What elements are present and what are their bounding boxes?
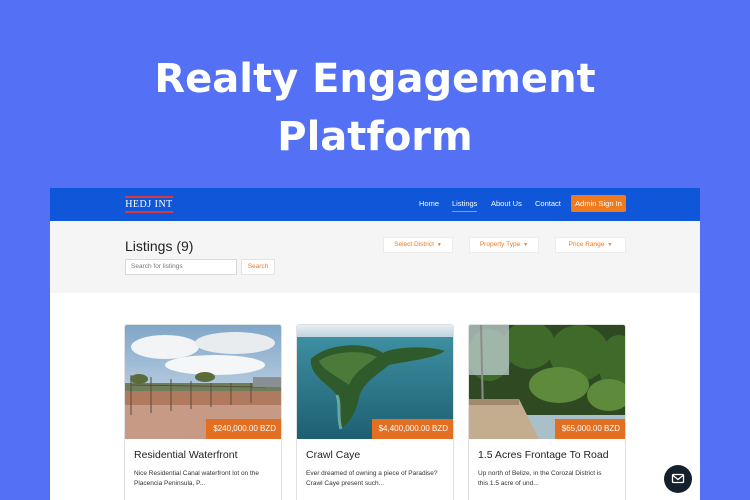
district-dropdown[interactable]: Select District ▼ xyxy=(383,237,453,253)
mail-icon xyxy=(671,473,685,484)
listing-description: Nice Residential Canal waterfront lot on… xyxy=(134,469,276,489)
listing-description-line: Placencia Peninsula, P... xyxy=(134,480,206,487)
nav-link-home[interactable]: Home xyxy=(419,199,439,208)
price-tag: $4,400,000.00 BZD xyxy=(371,419,453,439)
listing-title[interactable]: 1.5 Acres Frontage To Road xyxy=(478,449,609,461)
listing-image[interactable]: $4,400,000.00 BZD xyxy=(297,325,453,439)
logo[interactable]: HEDJ INT xyxy=(125,194,173,214)
nav-link-contact[interactable]: Contact xyxy=(535,199,561,208)
price-range-dropdown[interactable]: Price Range ▼ xyxy=(555,237,626,253)
listing-title[interactable]: Residential Waterfront xyxy=(134,449,238,461)
listing-description-line: Nice Residential Canal waterfront lot on… xyxy=(134,470,260,477)
price-tag: $240,000.00 BZD xyxy=(206,419,281,439)
nav-link-listings[interactable]: Listings xyxy=(452,199,478,212)
search-button[interactable]: Search xyxy=(241,259,275,275)
listings-title: Listings (9) xyxy=(125,238,194,254)
listing-title[interactable]: Crawl Caye xyxy=(306,449,360,461)
navbar: HEDJ INT Home Listings About Us Contact … xyxy=(50,188,700,221)
listing-card-frontage-to-road[interactable]: $65,000.00 BZD 1.5 Acres Frontage To Roa… xyxy=(468,324,626,500)
property-type-dropdown[interactable]: Property Type ▼ xyxy=(469,237,539,253)
property-type-dropdown-label: Property Type xyxy=(479,241,521,248)
app-screenshot: HEDJ INT Home Listings About Us Contact … xyxy=(50,188,700,500)
district-dropdown-label: Select District xyxy=(394,241,434,248)
listing-description-line: Up north of Belize, in the Corozal Distr… xyxy=(478,470,602,477)
listing-description: Up north of Belize, in the Corozal Distr… xyxy=(478,469,620,489)
hero-title-line2: Platform xyxy=(277,114,473,160)
price-tag: $65,000.00 BZD xyxy=(554,419,625,439)
listing-description: Ever dreamed of owning a piece of Paradi… xyxy=(306,469,448,489)
logo-bottom-bar xyxy=(125,211,173,213)
listing-description-line: Crawl Caye present such... xyxy=(306,480,385,487)
hero-title: Realty Engagement Platform xyxy=(0,50,750,166)
logo-top-bar xyxy=(125,196,173,198)
price-range-dropdown-label: Price Range xyxy=(568,241,605,248)
caret-down-icon: ▼ xyxy=(607,242,613,248)
filter-section: Listings (9) Search for listings Search … xyxy=(50,221,700,293)
search-input[interactable]: Search for listings xyxy=(125,259,237,275)
hero-title-line1: Realty Engagement xyxy=(154,56,596,102)
listing-description-line: Ever dreamed of owning a piece of Paradi… xyxy=(306,470,438,477)
nav-link-about-us[interactable]: About Us xyxy=(491,199,522,208)
listing-image[interactable]: $65,000.00 BZD xyxy=(469,325,625,439)
admin-sign-in-button[interactable]: Admin Sign In xyxy=(571,195,626,212)
listing-card-crawl-caye[interactable]: $4,400,000.00 BZD Crawl Caye Ever dreame… xyxy=(296,324,454,500)
listing-description-line: this 1.5 acre of und... xyxy=(478,480,539,487)
logo-text: HEDJ INT xyxy=(125,199,173,210)
chat-button[interactable] xyxy=(664,465,692,493)
caret-down-icon: ▼ xyxy=(523,242,529,248)
caret-down-icon: ▼ xyxy=(436,242,442,248)
listing-image[interactable]: $240,000.00 BZD xyxy=(125,325,281,439)
listing-card-residential-waterfront[interactable]: $240,000.00 BZD Residential Waterfront N… xyxy=(124,324,282,500)
